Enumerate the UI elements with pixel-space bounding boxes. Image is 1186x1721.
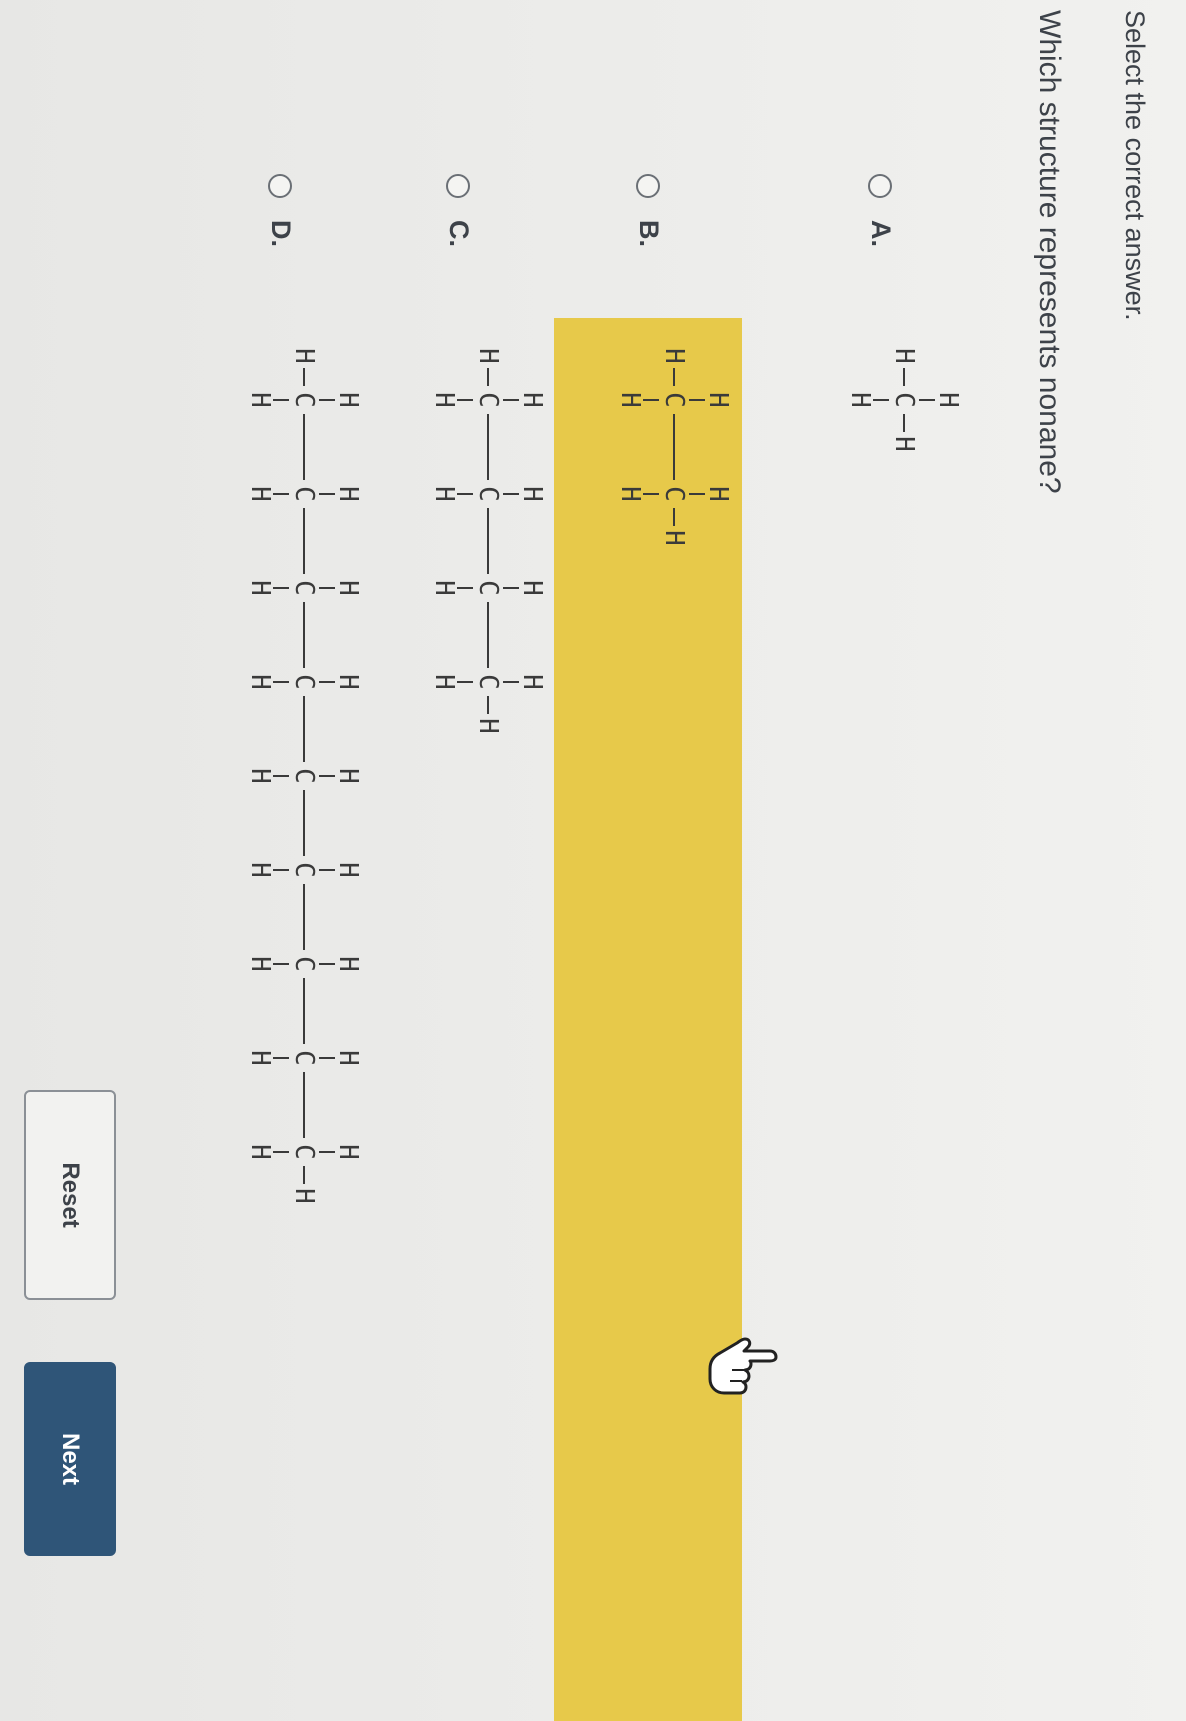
carbon-atom: C [659,392,689,408]
radio-option-c[interactable] [446,174,471,198]
hydrogen-atom: H [333,580,363,596]
carbon-atom: C [289,674,319,690]
reset-button[interactable]: Reset [24,1090,116,1300]
instruction-text: Select the correct answer. [1120,10,1150,321]
option-label: A. [866,220,896,247]
question-text: Which structure represents nonane? [1033,10,1066,494]
carbon-atom: C [289,768,319,784]
hydrogen-atom: H [333,1144,363,1160]
hydrogen-atom: H [517,392,547,408]
radio-option-d[interactable] [268,174,293,198]
carbon-atom: C [289,1050,319,1066]
hydrogen-atom: H [517,674,547,690]
hydrogen-atom: H [889,348,919,364]
pointing-hand-icon [708,1337,778,1395]
option-d[interactable]: D. [265,174,296,247]
option-c[interactable]: C. [443,174,474,247]
hydrogen-atom: H [659,348,689,364]
carbon-atom: C [289,486,319,502]
carbon-atom: C [289,862,319,878]
carbon-atom: C [473,580,503,596]
hydrogen-atom: H [245,862,275,878]
hydrogen-atom: H [845,392,875,408]
hydrogen-atom: H [703,392,733,408]
hydrogen-atom: H [245,768,275,784]
hydrogen-atom: H [245,486,275,502]
hydrogen-atom: H [333,1050,363,1066]
carbon-atom: C [473,392,503,408]
structure-option-a[interactable]: HC HHH [844,330,964,470]
structure-option-b[interactable]: HC HHC HHH [614,330,734,564]
hydrogen-atom: H [289,348,319,364]
option-a[interactable]: A. [865,174,896,247]
option-label: D. [266,220,296,247]
hydrogen-atom: H [289,1188,319,1204]
next-button[interactable]: Next [24,1362,116,1556]
hydrogen-atom: H [473,348,503,364]
carbon-atom: C [659,486,689,502]
hydrogen-atom: H [615,392,645,408]
hydrogen-atom: H [429,486,459,502]
hydrogen-atom: H [333,674,363,690]
hydrogen-atom: H [429,392,459,408]
structure-option-c[interactable]: HC HHC HHC HHC HHH [428,330,548,752]
hydrogen-atom: H [333,862,363,878]
quiz-panel: Select the correct answer. Which structu… [0,0,1186,1721]
hydrogen-atom: H [245,956,275,972]
option-label: B. [634,220,664,247]
hydrogen-atom: H [245,674,275,690]
option-label: C. [444,220,474,247]
carbon-atom: C [289,580,319,596]
radio-option-a[interactable] [868,174,893,198]
hydrogen-atom: H [517,580,547,596]
hydrogen-atom: H [333,486,363,502]
hydrogen-atom: H [333,956,363,972]
carbon-atom: C [289,1144,319,1160]
hydrogen-atom: H [889,436,919,452]
hydrogen-atom: H [429,674,459,690]
carbon-atom: C [289,392,319,408]
radio-option-b[interactable] [636,174,661,198]
hydrogen-atom: H [429,580,459,596]
carbon-atom: C [473,674,503,690]
hydrogen-atom: H [245,1144,275,1160]
hydrogen-atom: H [245,392,275,408]
carbon-atom: C [289,956,319,972]
hydrogen-atom: H [473,718,503,734]
hydrogen-atom: H [517,486,547,502]
structure-option-d[interactable]: HC HHC HHC HHC HHC HHC HHC HHC HHC HHH [244,330,364,1222]
hydrogen-atom: H [333,768,363,784]
hydrogen-atom: H [245,580,275,596]
hydrogen-atom: H [333,392,363,408]
carbon-atom: C [473,486,503,502]
option-b[interactable]: B. [633,174,664,247]
hydrogen-atom: H [245,1050,275,1066]
hydrogen-atom: H [659,530,689,546]
hydrogen-atom: H [615,486,645,502]
hydrogen-atom: H [703,486,733,502]
hydrogen-atom: H [933,392,963,408]
carbon-atom: C [889,392,919,408]
